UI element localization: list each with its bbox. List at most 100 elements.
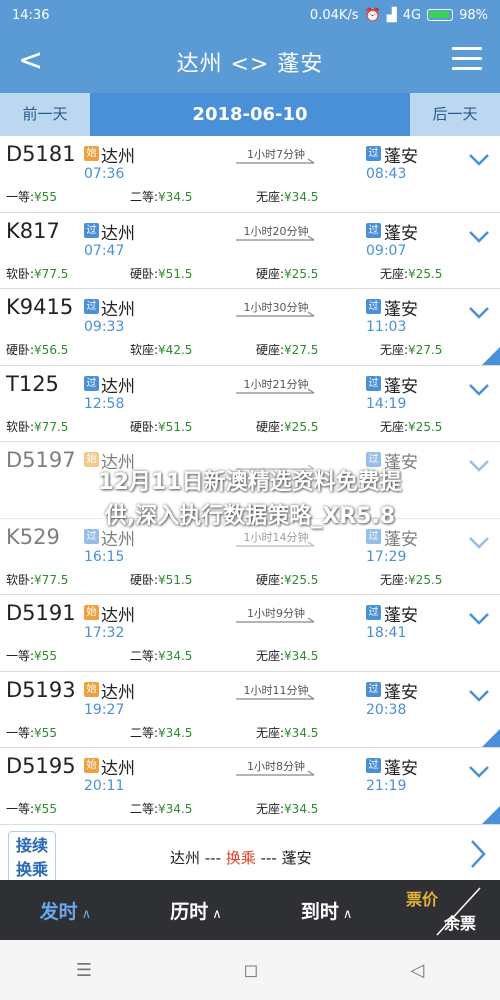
train-row[interactable]: D5193 始达州 19:27 1小时11分钟过蓬安 20:38 一等:¥55 二等:¥34… <box>0 671 500 748</box>
duration-arrow-icon <box>236 770 315 776</box>
chevron-down-icon[interactable] <box>468 305 490 321</box>
exchange-corner-badge: 兑 <box>482 805 500 824</box>
tab-arrive-label: 到时 <box>300 900 339 923</box>
recent-apps-icon[interactable]: ☰ <box>76 960 92 981</box>
chevron-down-icon[interactable] <box>468 688 490 704</box>
seat-price: 无座:¥34.5 <box>256 647 318 664</box>
seat-class: 软卧: <box>6 572 35 587</box>
seat-price-value: ¥34.5 <box>158 649 193 663</box>
chevron-right-icon <box>471 839 486 868</box>
train-row[interactable]: D5191 始达州 17:32 1小时9分钟过蓬安 18:41 一等:¥55 二等:¥34.… <box>0 595 500 672</box>
seat-class: 硬座: <box>256 343 285 357</box>
to-station: 蓬安 <box>384 223 418 244</box>
seat-price-value: ¥42.5 <box>158 343 193 357</box>
depart-time: 20:11 <box>84 778 125 794</box>
seat-class: 二等: <box>130 649 159 663</box>
page-title: 达州 <> 蓬安 <box>176 51 324 77</box>
next-day-button[interactable]: 后一天 <box>410 93 500 136</box>
origin-type-badge: 始 <box>84 605 99 620</box>
tab-depart-time[interactable]: 发时 ∧ <box>0 897 131 924</box>
transfer-row[interactable]: 接续 换乘 达州 --- 换乘 --- 蓬安 <box>0 824 500 886</box>
seat-price-value: ¥56.5 <box>34 343 69 357</box>
seat-price-value: ¥34.5 <box>284 725 319 740</box>
chevron-down-icon[interactable] <box>468 764 490 780</box>
date-bar: 前一天 2018-06-10 后一天 <box>0 93 500 136</box>
depart-time: 12:58 <box>84 395 125 412</box>
chevron-down-icon[interactable] <box>468 152 490 168</box>
tab-arrive-time[interactable]: 到时 ∧ <box>261 897 392 924</box>
seat-class: 无座: <box>256 190 285 204</box>
train-number: K817 <box>6 218 60 243</box>
duration-arrow-icon <box>236 617 315 623</box>
train-row[interactable]: T125 过达州 12:58 1小时21分钟过蓬安 14:19 软卧:¥77.5 硬卧:¥5… <box>0 365 500 442</box>
seat-price-value: ¥34.5 <box>284 649 319 663</box>
arrive-time: 21:19 <box>366 778 407 794</box>
seat-price-value: ¥25.5 <box>408 419 443 434</box>
seat-price: 硬卧:¥51.5 <box>130 571 192 588</box>
origin-type-badge: 始 <box>84 146 99 161</box>
date-selector[interactable]: 2018-06-10 <box>90 93 410 136</box>
caret-up-icon: ∧ <box>342 906 353 922</box>
chevron-down-icon[interactable] <box>468 611 490 627</box>
transfer-route: 达州 --- 换乘 --- 蓬安 <box>170 847 312 868</box>
depart-time: 09:33 <box>84 319 125 335</box>
train-number: D5193 <box>6 677 76 702</box>
seat-class: 软卧: <box>6 419 35 434</box>
seat-price: 硬卧:¥51.5 <box>130 418 192 435</box>
to-station: 蓬安 <box>384 376 418 397</box>
arrive-time: 11:03 <box>366 319 407 335</box>
duration-arrow-icon <box>236 235 315 241</box>
depart-time: 17:32 <box>84 625 125 641</box>
train-row[interactable]: K817 过达州 07:47 1小时20分钟过蓬安 09:07 软卧:¥77.5 硬卧:¥5… <box>0 212 500 289</box>
seat-price: 无座:¥27.5 <box>380 341 442 358</box>
dest-type-badge: 过 <box>366 681 381 697</box>
seat-class: 一等: <box>6 649 35 663</box>
seat-class: 硬座: <box>256 572 285 587</box>
train-row[interactable]: K9415 过达州 09:33 1小时30分钟过蓬安 11:03 硬卧:¥56.5 软座:¥… <box>0 289 500 366</box>
seat-class: 硬座: <box>256 419 285 434</box>
seat-price: 二等:¥34.5 <box>130 647 192 664</box>
seat-price: 硬座:¥25.5 <box>256 265 318 282</box>
arrive-time: 08:43 <box>366 166 407 182</box>
arrive-time: 09:07 <box>366 242 407 259</box>
seat-class: 无座: <box>256 802 285 816</box>
arrive-time: 18:41 <box>366 625 407 641</box>
seat-price: 硬座:¥27.5 <box>256 341 318 358</box>
train-row[interactable]: D5195 始达州 20:11 1小时8分钟过蓬安 21:19 一等:¥55 二等:¥34.… <box>0 748 500 825</box>
seat-price: 一等:¥55 <box>6 724 57 741</box>
seat-class: 一等: <box>6 802 35 816</box>
menu-icon[interactable] <box>452 47 482 73</box>
back-icon[interactable]: < <box>18 44 43 78</box>
seat-price-value: ¥55 <box>34 190 57 204</box>
back-nav-icon[interactable]: ◁ <box>410 960 424 981</box>
home-icon[interactable]: ◻ <box>244 960 259 981</box>
seat-price-value: ¥51.5 <box>158 572 193 587</box>
seat-price: 软座:¥42.5 <box>130 341 192 358</box>
tab-duration[interactable]: 历时 ∧ <box>131 897 262 924</box>
prev-day-button[interactable]: 前一天 <box>0 93 90 136</box>
chevron-down-icon[interactable] <box>468 229 490 245</box>
seat-price: 硬卧:¥51.5 <box>130 265 192 282</box>
transfer-mid: 换乘 <box>225 848 256 867</box>
alarm-icon: ⏰ <box>364 7 381 23</box>
seat-class: 无座: <box>380 572 409 587</box>
seat-class: 无座: <box>380 343 409 357</box>
seat-class: 一等: <box>6 725 35 740</box>
from-station: 达州 <box>101 606 135 626</box>
from-station: 达州 <box>101 147 135 167</box>
seat-price-value: ¥34.5 <box>284 190 319 204</box>
seat-class: 硬卧: <box>130 266 159 281</box>
to-station: 蓬安 <box>384 300 418 320</box>
from-station: 达州 <box>101 223 135 244</box>
seat-price-value: ¥34.5 <box>158 190 193 204</box>
price-remain-toggle: 票价 余票 <box>392 880 500 940</box>
duration-arrow-icon <box>236 158 315 164</box>
tab-price-label: 票价 <box>406 890 439 909</box>
chevron-down-icon[interactable] <box>468 382 490 398</box>
seat-price-value: ¥51.5 <box>158 266 193 281</box>
seat-price: 软卧:¥77.5 <box>6 571 68 588</box>
origin-type-badge: 过 <box>84 375 99 391</box>
origin-type-badge: 始 <box>84 758 99 773</box>
transfer-badge-line1: 接续 <box>15 835 48 855</box>
train-row[interactable]: D5181 始达州 07:36 1小时7分钟过蓬安 08:43 一等:¥55 二等:¥34.… <box>0 136 500 213</box>
